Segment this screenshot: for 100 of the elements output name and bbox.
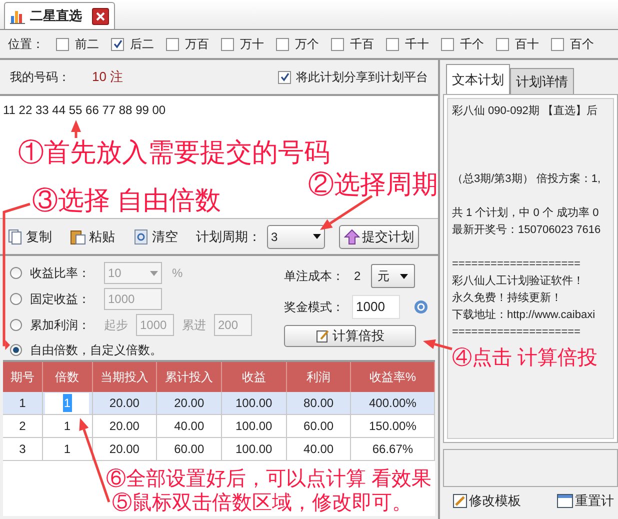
checkbox-label: 千百: [350, 36, 374, 53]
annotation-arrow: [71, 120, 81, 138]
annotation-text: ①首先放入需要提交的号码: [18, 136, 330, 168]
table-cell: 1: [42, 438, 93, 460]
checkbox-label: 万个: [295, 36, 319, 53]
annotation-arrow: [423, 339, 452, 350]
plan-text-line: 最新开奖号：150706023 7616: [452, 222, 601, 238]
clear-icon: [133, 228, 149, 244]
close-icon[interactable]: [92, 8, 109, 24]
checkbox-label: 百个: [570, 36, 594, 53]
table-cell: 150.00%: [351, 415, 435, 437]
option-label: 自由倍数，自定义倍数。: [30, 342, 162, 359]
table-cell: 100.00: [222, 392, 287, 414]
option-label: 累加利润：: [30, 317, 91, 334]
table-cell: 60.00: [286, 415, 352, 437]
table-cell: 3: [3, 438, 43, 460]
annotation-arrow: [320, 194, 373, 230]
checkbox[interactable]: [331, 38, 344, 50]
checkbox-label: 万十: [240, 36, 264, 53]
checkbox[interactable]: [221, 38, 234, 50]
table-cell: 20.00: [92, 438, 158, 460]
plan-text-line: ====================: [452, 325, 580, 340]
table-row[interactable]: 1 1 20.00 20.00 100.00 80.00 400.00%: [3, 392, 435, 415]
checkbox-label: 后二: [130, 36, 154, 53]
unit-dropdown[interactable]: 元: [370, 264, 415, 288]
annotation-text: ②选择周期: [308, 168, 438, 200]
caret-icon: [313, 234, 321, 239]
checkbox-label: 前二: [75, 36, 99, 53]
table-cell: 1: [3, 392, 43, 414]
annotation-text: ⑤鼠标双击倍数区域，修改即可。: [112, 491, 412, 515]
bar-chart-icon: [10, 8, 26, 24]
caret-icon: [150, 270, 158, 276]
edit-icon: [316, 329, 330, 343]
checkbox[interactable]: [276, 38, 289, 50]
annotation-text: ⑥全部设置好后，可以点计算 看效果: [106, 467, 432, 491]
copy-icon: [8, 228, 23, 244]
table-row[interactable]: 2 1 20.00 40.00 100.00 60.00 150.00%: [3, 415, 435, 438]
plan-text-line: 彩八仙人工计划验证软件！: [452, 274, 584, 289]
checkbox-label: 千个: [460, 36, 484, 53]
position-label: 位置：: [8, 36, 44, 53]
help-icon: [414, 300, 428, 314]
checkbox-label: 万百: [185, 36, 209, 53]
table-cell: 60.00: [157, 438, 222, 460]
prize-input-field[interactable]: 1000: [352, 295, 400, 319]
calculate-button[interactable]: 计算倍投: [284, 325, 416, 347]
table-cell: 20.00: [157, 392, 222, 414]
field-label: 奖金模式：: [284, 299, 344, 316]
field-label: 起步: [104, 317, 128, 334]
field-label: 我的号码：: [10, 69, 70, 86]
submit-plan-button[interactable]: 提交计划: [339, 224, 419, 248]
count-text: 10 注: [92, 68, 124, 86]
field-label: 累进: [182, 317, 206, 334]
cost-value: 2: [354, 268, 361, 285]
checkbox[interactable]: [551, 38, 564, 50]
panel-tab[interactable]: 文本计划: [446, 64, 510, 94]
checkbox[interactable]: [166, 38, 179, 50]
table-cell: 66.67%: [351, 438, 435, 460]
checkbox[interactable]: [56, 38, 69, 50]
plan-text-line: 永久免费！持续更新！: [452, 290, 562, 306]
table-cell: 100.00: [222, 415, 287, 437]
checkbox[interactable]: [386, 38, 399, 50]
table-cell: 40.00: [286, 438, 352, 460]
tab-title: 二星直选: [30, 7, 82, 26]
table-row[interactable]: 3 1 20.00 60.00 100.00 40.00 66.67%: [3, 438, 435, 461]
up-arrow-icon: [344, 228, 360, 244]
table-cell: 40.00: [157, 415, 222, 437]
toolbar-button[interactable]: 粘贴: [70, 226, 115, 246]
toolbar-button[interactable]: 复制: [8, 226, 52, 246]
option-label: 固定收益：: [30, 291, 91, 308]
field-label: 单注成本：: [284, 268, 344, 285]
window-icon: [557, 494, 573, 508]
period-dropdown[interactable]: 3: [267, 224, 325, 248]
panel-button[interactable]: 修改模板: [453, 491, 521, 510]
table-cell: 2: [3, 415, 43, 437]
plan-text-line: 彩八仙 090-092期 【直选】后: [452, 104, 598, 119]
table-cell: 80.00: [286, 392, 352, 414]
panel-tab[interactable]: 计划详情: [510, 68, 574, 94]
checkbox-label: 将此计划分享到计划平台: [296, 69, 428, 86]
plan-text-line: 共 1 个计划，中 0 个 成功率 0: [452, 206, 599, 221]
checkbox[interactable]: [111, 38, 124, 50]
toolbar-button[interactable]: 清空: [133, 226, 178, 246]
checkbox[interactable]: [278, 70, 291, 84]
option-label: 收益比率：: [30, 265, 91, 282]
caret-icon: [400, 274, 408, 278]
table-cell: 100.00: [222, 438, 287, 460]
checkbox[interactable]: [496, 38, 509, 50]
plan-text-line: ====================: [452, 257, 580, 272]
document-tab[interactable]: 二星直选: [4, 2, 115, 29]
checkbox[interactable]: [441, 38, 454, 50]
table-cell: 20.00: [92, 392, 158, 414]
checkbox-label: 百十: [515, 36, 539, 53]
table-cell: 20.00: [92, 415, 158, 437]
pencil-icon: [453, 494, 467, 508]
paste-icon: [70, 228, 86, 244]
field-label: 计划周期：: [196, 228, 261, 246]
radio-button[interactable]: [10, 344, 22, 356]
annotation-text: ④点击 计算倍投: [452, 346, 598, 371]
checkbox-label: 千十: [405, 36, 429, 53]
panel-button[interactable]: 重置计: [557, 491, 614, 510]
table-cell: 400.00%: [351, 392, 435, 414]
